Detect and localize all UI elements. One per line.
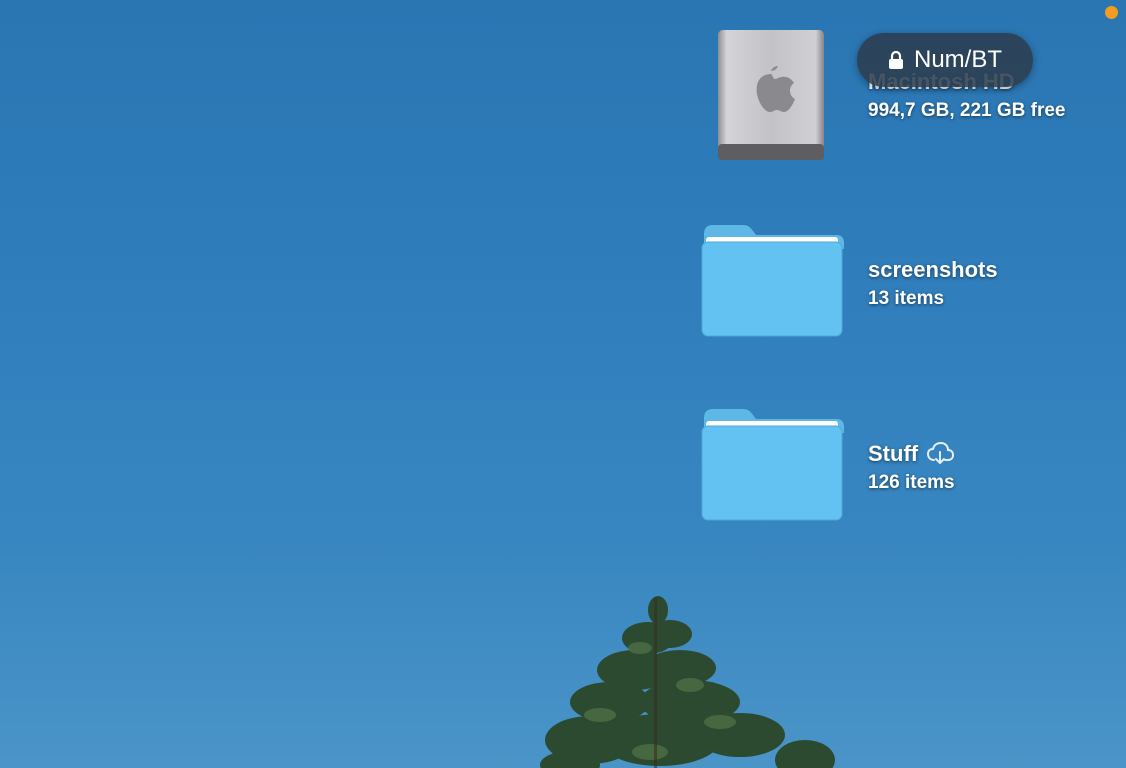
item-info: 126 items: [868, 472, 955, 493]
item-info: 994,7 GB, 221 GB free: [868, 100, 1066, 121]
privacy-indicator-dot: [1105, 6, 1118, 19]
item-name-row: Stuff: [868, 440, 955, 468]
item-name: Stuff: [868, 441, 919, 466]
item-info: 13 items: [868, 288, 945, 309]
desktop-wallpaper: Macintosh HD 994,7 GB, 221 GB free scree…: [0, 0, 1126, 768]
folder-icon: [701, 225, 844, 337]
folder-icon: [701, 409, 844, 521]
lock-icon: [888, 50, 903, 69]
desktop-item-screenshots[interactable]: screenshots 13 items: [700, 222, 1120, 342]
wallpaper-tree: [540, 596, 835, 768]
icloud-download-icon[interactable]: [926, 442, 955, 466]
hud-label: Num/BT: [913, 46, 1002, 73]
keyboard-status-hud: Num/BT: [857, 33, 1033, 87]
desktop-item-stuff[interactable]: Stuff 126 items: [700, 406, 1120, 526]
hard-drive-icon: [718, 30, 824, 160]
item-name: screenshots: [868, 257, 998, 282]
